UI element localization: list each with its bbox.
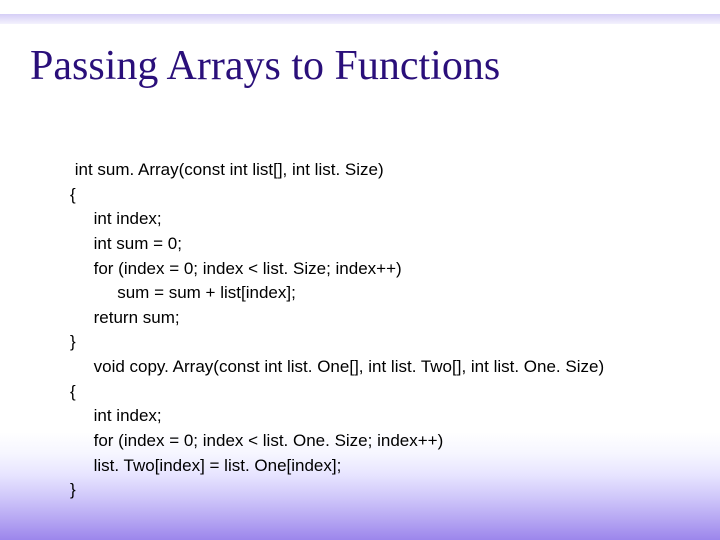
slide-title: Passing Arrays to Functions bbox=[30, 42, 500, 90]
code-line: list. Two[index] = list. One[index]; bbox=[70, 456, 341, 475]
code-line: int sum = 0; bbox=[70, 234, 182, 253]
code-line: void copy. Array(const int list. One[], … bbox=[70, 357, 604, 376]
code-block: int sum. Array(const int list[], int lis… bbox=[70, 158, 604, 503]
code-line: return sum; bbox=[70, 308, 180, 327]
code-line: int index; bbox=[70, 209, 162, 228]
code-line: int index; bbox=[70, 406, 162, 425]
code-line: } bbox=[70, 480, 76, 499]
code-line: sum = sum + list[index]; bbox=[70, 283, 296, 302]
code-line: } bbox=[70, 332, 76, 351]
code-line: int sum. Array(const int list[], int lis… bbox=[70, 160, 384, 179]
code-line: { bbox=[70, 185, 76, 204]
code-line: { bbox=[70, 382, 76, 401]
code-line: for (index = 0; index < list. Size; inde… bbox=[70, 259, 402, 278]
code-line: for (index = 0; index < list. One. Size;… bbox=[70, 431, 443, 450]
slide: Passing Arrays to Functions int sum. Arr… bbox=[0, 0, 720, 540]
